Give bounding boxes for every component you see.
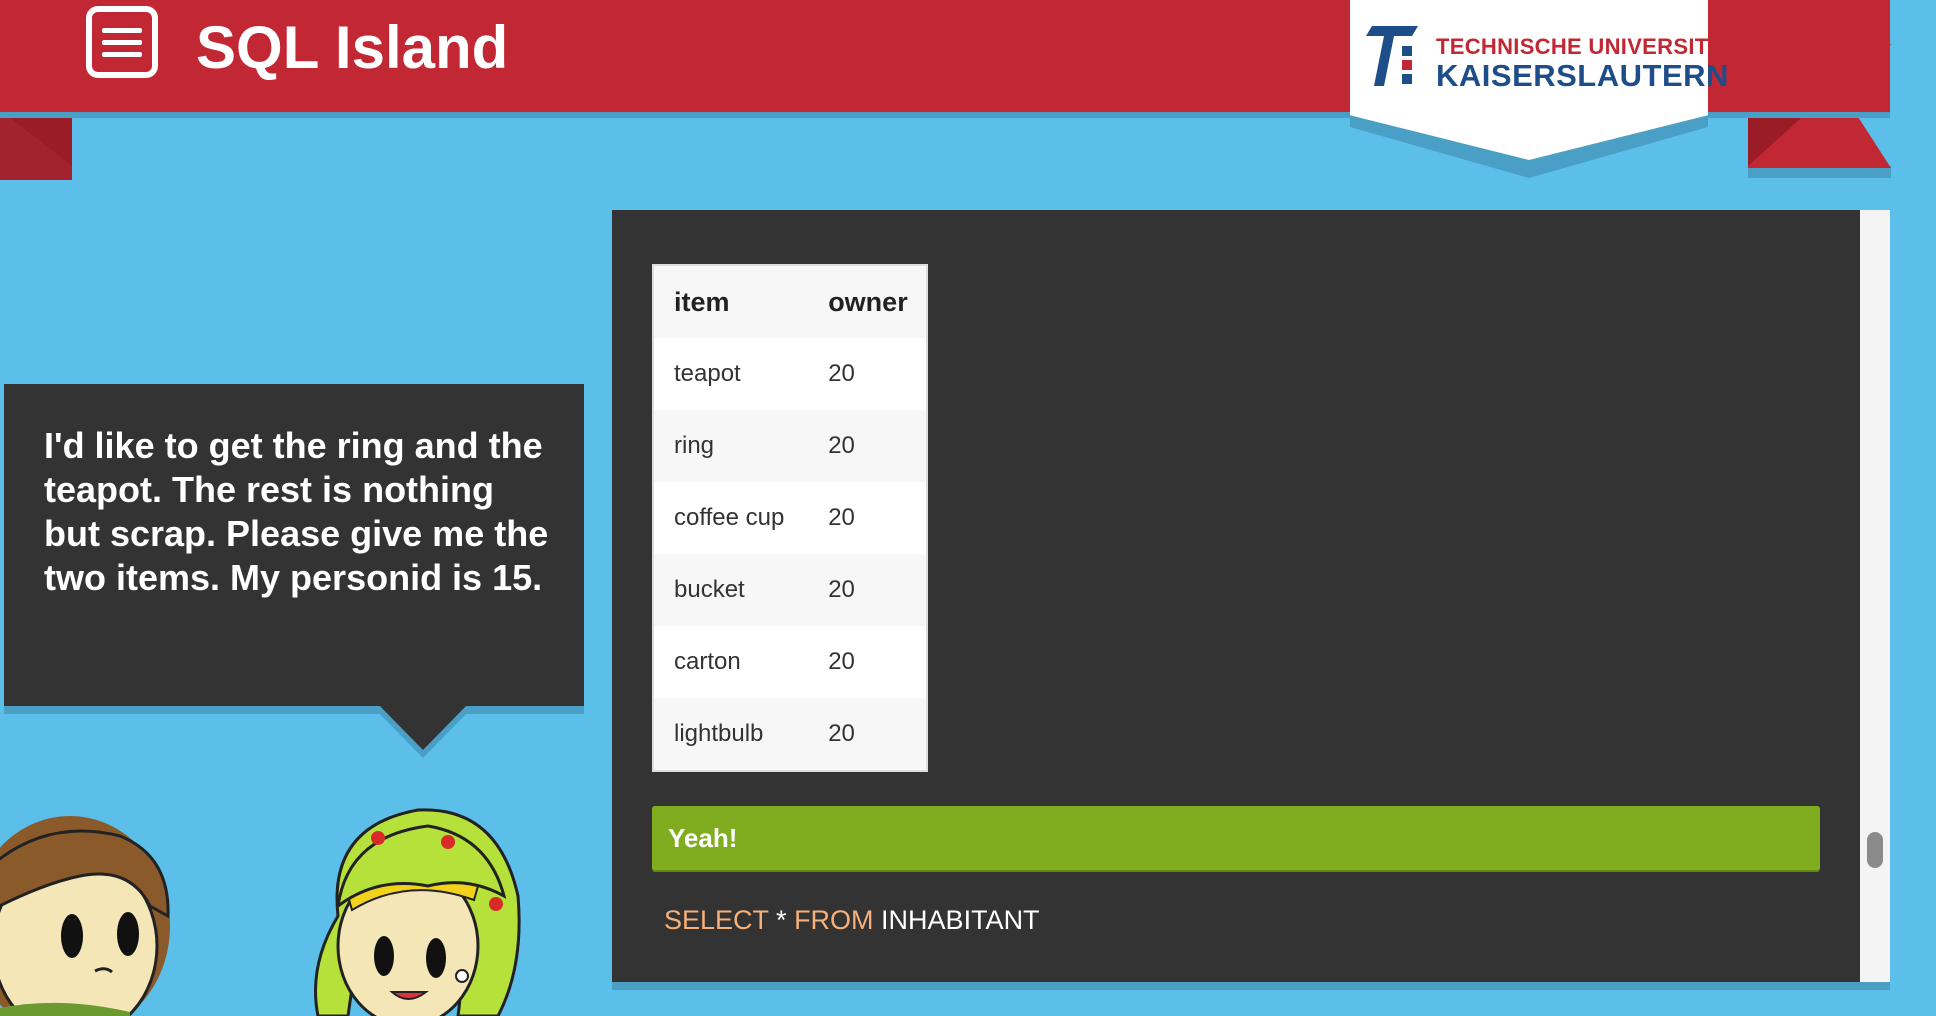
table-row: lightbulb 20 bbox=[653, 698, 927, 771]
table-row: bucket 20 bbox=[653, 554, 927, 626]
cell-item: ring bbox=[653, 410, 809, 482]
menu-line bbox=[102, 27, 142, 33]
cell-owner: 20 bbox=[808, 410, 927, 482]
cell-item: carton bbox=[674, 648, 741, 675]
sql-keyword-from: FROM bbox=[794, 905, 874, 935]
scrollbar-thumb[interactable] bbox=[1867, 832, 1883, 868]
cell-owner: 20 bbox=[828, 360, 855, 387]
sql-query: SELECT * FROM INHABITANT bbox=[664, 905, 1040, 936]
university-logo-icon bbox=[1366, 26, 1418, 86]
cell-item: coffee cup bbox=[674, 504, 785, 531]
cell-item: teapot bbox=[674, 360, 741, 387]
table-row: ring 20 bbox=[653, 410, 927, 482]
cell-owner: 20 bbox=[828, 648, 855, 675]
table-row: coffee cup 20 bbox=[653, 482, 927, 554]
table-row: teapot 20 bbox=[653, 338, 927, 410]
sql-star: * bbox=[768, 905, 795, 935]
success-message: Yeah! bbox=[668, 823, 738, 853]
app-title: SQL Island bbox=[196, 14, 509, 81]
column-header-owner: owner bbox=[808, 265, 927, 338]
dialogue-text: I'd like to get the ring and the teapot.… bbox=[44, 425, 549, 598]
result-table: item owner teapot 20 ring 20 coffee cup … bbox=[652, 264, 928, 772]
cell-owner: 20 bbox=[828, 504, 855, 531]
speech-bubble-tail bbox=[378, 704, 468, 750]
speech-bubble: I'd like to get the ring and the teapot.… bbox=[4, 384, 584, 706]
success-message-bar: Yeah! bbox=[652, 806, 1820, 870]
table-header-row: item owner bbox=[653, 265, 927, 338]
menu-line bbox=[102, 39, 142, 45]
table-row: carton 20 bbox=[653, 626, 927, 698]
column-header-item: item bbox=[653, 265, 809, 338]
cell-item: lightbulb bbox=[653, 698, 809, 771]
sql-table-name: INHABITANT bbox=[873, 905, 1040, 935]
university-name-line1: TECHNISCHE UNIVERSITÄT bbox=[1436, 34, 1739, 59]
menu-line bbox=[102, 51, 142, 57]
cell-item: bucket bbox=[653, 554, 809, 626]
boy-character-illustration bbox=[0, 816, 170, 1016]
university-name-line2: KAISERSLAUTERN bbox=[1436, 58, 1729, 93]
sql-keyword-select: SELECT bbox=[664, 905, 769, 935]
cell-owner: 20 bbox=[808, 554, 927, 626]
cell-owner: 20 bbox=[808, 698, 927, 771]
girl-character-illustration bbox=[314, 808, 521, 1016]
hamburger-menu-icon[interactable] bbox=[86, 6, 158, 78]
